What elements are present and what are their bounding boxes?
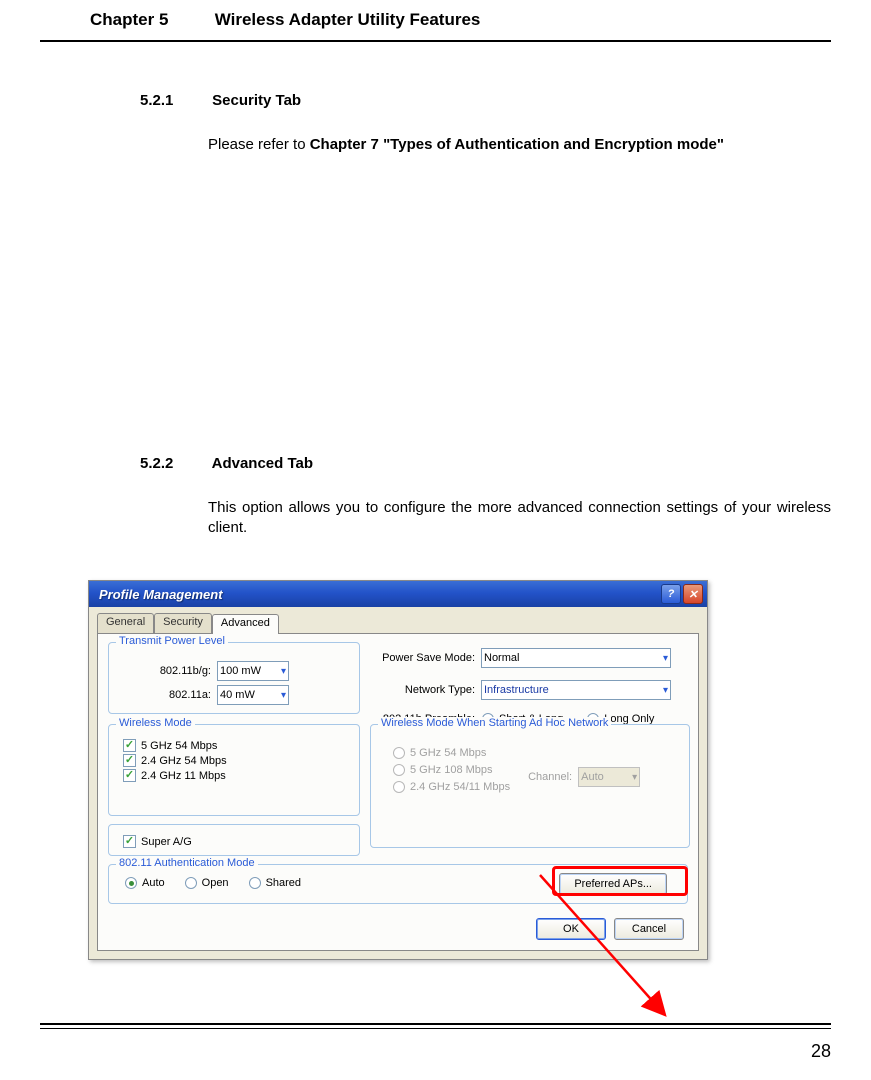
radio-adhoc-24ghz-5411: 2.4 GHz 54/11 Mbps — [393, 781, 510, 793]
section-title: Security Tab — [212, 92, 301, 109]
body-text: Please refer to — [208, 136, 310, 153]
section-522-body: This option allows you to configure the … — [208, 498, 831, 539]
group-adhoc-mode: Wireless Mode When Starting Ad Hoc Netwo… — [370, 724, 690, 848]
select-value: 40 mW — [220, 689, 255, 701]
section-521-heading: 5.2.1 Security Tab — [140, 92, 831, 109]
check-label: 5 GHz 54 Mbps — [141, 740, 217, 752]
radio-adhoc-5ghz-54: 5 GHz 54 Mbps — [393, 747, 510, 759]
check-label: Super A/G — [141, 836, 192, 848]
check-super-ag[interactable]: ✓Super A/G — [123, 835, 359, 848]
group-title: Wireless Mode — [116, 717, 195, 729]
group-title: Wireless Mode When Starting Ad Hoc Netwo… — [378, 717, 611, 729]
radio-label: Shared — [266, 877, 301, 889]
radio-label: 2.4 GHz 54/11 Mbps — [410, 781, 510, 793]
check-label: 2.4 GHz 11 Mbps — [141, 770, 226, 782]
label-network-type: Network Type: — [370, 684, 475, 696]
group-title: Transmit Power Level — [116, 635, 228, 647]
check-5ghz-54[interactable]: ✓5 GHz 54 Mbps — [123, 739, 359, 752]
select-power-save-mode[interactable]: Normal ▾ — [481, 648, 671, 668]
title-bar: Profile Management ? ✕ — [89, 581, 707, 607]
bottom-rule-thin — [40, 1028, 831, 1029]
label-80211bg: 802.11b/g: — [119, 665, 211, 677]
select-80211bg-power[interactable]: 100 mW ▾ — [217, 661, 289, 681]
group-super-ag: ✓Super A/G — [108, 824, 360, 856]
close-button[interactable]: ✕ — [683, 584, 703, 604]
check-24ghz-54[interactable]: ✓2.4 GHz 54 Mbps — [123, 754, 359, 767]
section-522-heading: 5.2.2 Advanced Tab — [140, 455, 831, 472]
check-label: 2.4 GHz 54 Mbps — [141, 755, 227, 767]
chevron-down-icon: ▾ — [632, 772, 637, 783]
radio-auth-open[interactable]: Open — [185, 877, 229, 889]
tab-general[interactable]: General — [97, 613, 154, 633]
ok-button[interactable]: OK — [536, 918, 606, 940]
page-number: 28 — [811, 1041, 831, 1062]
radio-adhoc-5ghz-108: 5 GHz 108 Mbps — [393, 764, 510, 776]
label-power-save-mode: Power Save Mode: — [370, 652, 475, 664]
tab-bar: General Security Advanced — [97, 613, 707, 633]
radio-label: Open — [202, 877, 229, 889]
preferred-aps-button[interactable]: Preferred APs... — [559, 873, 667, 895]
group-transmit-power: Transmit Power Level 802.11b/g: 100 mW ▾… — [108, 642, 360, 714]
tab-body-advanced: Transmit Power Level 802.11b/g: 100 mW ▾… — [97, 633, 699, 951]
group-auth-mode: 802.11 Authentication Mode Auto Open Sha… — [108, 864, 688, 904]
section-number: 5.2.1 — [140, 92, 208, 109]
help-icon: ? — [668, 588, 675, 600]
chapter-title: Wireless Adapter Utility Features — [215, 10, 481, 29]
label-channel: Channel: — [528, 771, 572, 783]
section-title: Advanced Tab — [212, 455, 313, 472]
chevron-down-icon: ▾ — [663, 685, 668, 696]
bottom-rule-thick — [40, 1023, 831, 1025]
tab-security[interactable]: Security — [154, 613, 212, 633]
radio-label: 5 GHz 108 Mbps — [410, 764, 493, 776]
group-title: 802.11 Authentication Mode — [116, 857, 258, 869]
radio-label: 5 GHz 54 Mbps — [410, 747, 486, 759]
select-value: Normal — [484, 652, 519, 664]
chapter-number: Chapter 5 — [90, 10, 210, 30]
close-icon: ✕ — [688, 588, 697, 601]
top-rule — [40, 40, 831, 42]
section-number: 5.2.2 — [140, 455, 208, 472]
check-24ghz-11[interactable]: ✓2.4 GHz 11 Mbps — [123, 769, 359, 782]
select-network-type[interactable]: Infrastructure ▾ — [481, 680, 671, 700]
help-button[interactable]: ? — [661, 584, 681, 604]
chevron-down-icon: ▾ — [281, 690, 286, 701]
radio-label: Auto — [142, 877, 165, 889]
body-bold: Chapter 7 "Types of Authentication and E… — [310, 136, 724, 153]
dialog-profile-management: Profile Management ? ✕ General Security … — [88, 580, 708, 960]
chevron-down-icon: ▾ — [663, 653, 668, 664]
label-80211a: 802.11a: — [119, 689, 211, 701]
radio-auth-auto[interactable]: Auto — [125, 877, 165, 889]
select-value: Infrastructure — [484, 684, 549, 696]
cancel-button[interactable]: Cancel — [614, 918, 684, 940]
tab-advanced[interactable]: Advanced — [212, 614, 279, 634]
chapter-header: Chapter 5 Wireless Adapter Utility Featu… — [90, 10, 831, 30]
select-value: Auto — [581, 771, 604, 783]
select-80211a-power[interactable]: 40 mW ▾ — [217, 685, 289, 705]
radio-auth-shared[interactable]: Shared — [249, 877, 301, 889]
select-channel: Auto ▾ — [578, 767, 640, 787]
group-wireless-mode: Wireless Mode ✓5 GHz 54 Mbps ✓2.4 GHz 54… — [108, 724, 360, 816]
select-value: 100 mW — [220, 665, 261, 677]
window-title: Profile Management — [93, 587, 223, 602]
section-521-body: Please refer to Chapter 7 "Types of Auth… — [208, 135, 831, 155]
dialog-footer: OK Cancel — [536, 918, 684, 940]
chevron-down-icon: ▾ — [281, 666, 286, 677]
